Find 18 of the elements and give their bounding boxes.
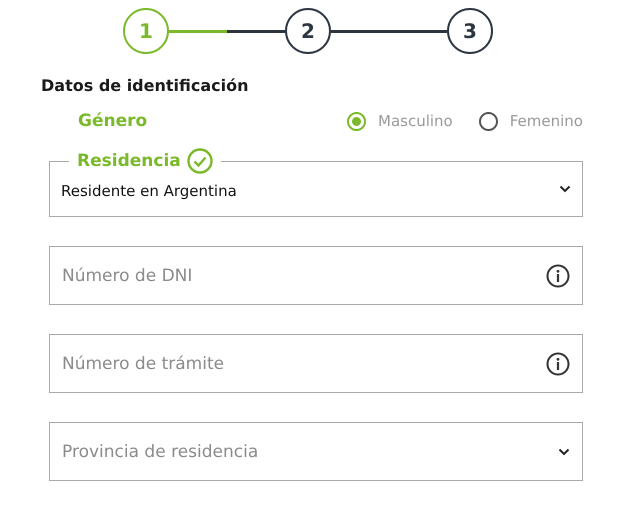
chevron-down-icon: [558, 448, 570, 456]
chevron-down-icon: [559, 185, 571, 193]
section-title: Datos de identificación: [41, 76, 250, 95]
select-field[interactable]: Residencia Residente en Argentina: [49, 148, 583, 217]
input-field[interactable]: Número de DNI: [49, 246, 583, 305]
radio-icon[interactable]: [478, 112, 498, 130]
radio-option[interactable]: Masculino: [347, 112, 453, 130]
radio-icon[interactable]: [347, 112, 366, 130]
field-label: Residencia: [77, 151, 181, 171]
info-icon[interactable]: [546, 352, 570, 376]
info-icon[interactable]: [546, 264, 570, 288]
select-field[interactable]: Provincia de residencia: [49, 422, 583, 481]
radio-option[interactable]: Femenino: [478, 112, 583, 130]
input-field[interactable]: Número de trámite: [49, 334, 583, 393]
step-circle[interactable]: 3: [447, 8, 493, 54]
gender-label: Género: [78, 111, 148, 131]
step-circle[interactable]: 1: [123, 8, 169, 54]
step-circle[interactable]: 2: [285, 8, 331, 54]
